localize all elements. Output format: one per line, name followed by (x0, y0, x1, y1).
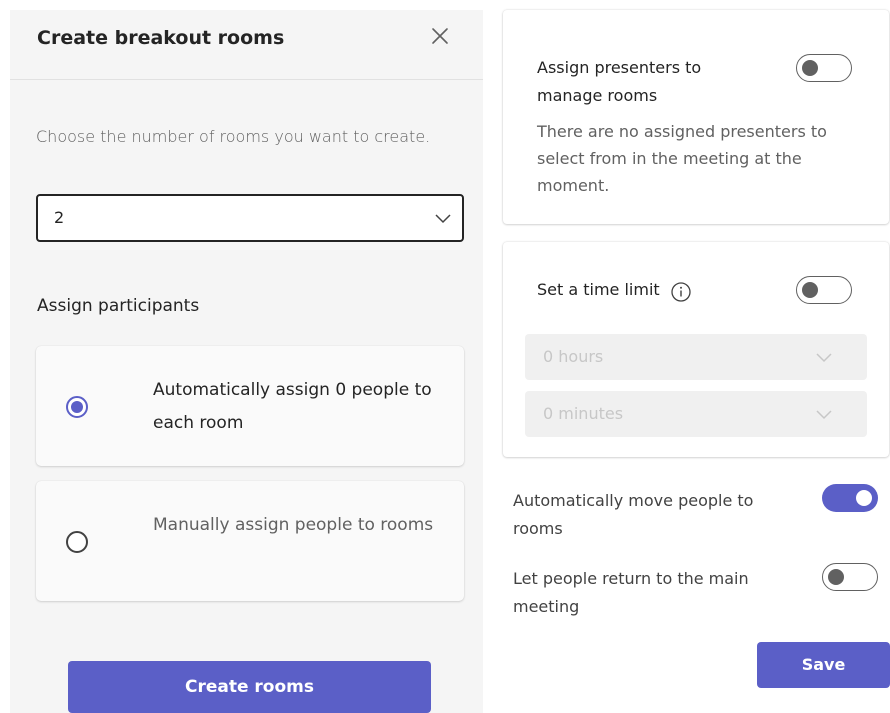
panel-title: Create breakout rooms (37, 27, 285, 49)
assign-presenters-label: Assign presenters to manage rooms (537, 58, 702, 105)
manual-assign-option[interactable]: Manually assign people to rooms (36, 481, 464, 601)
auto-assign-radio[interactable] (66, 396, 88, 418)
return-main-label: Let people return to the main meeting (513, 569, 749, 616)
manual-assign-radio[interactable] (66, 531, 88, 553)
create-breakout-rooms-panel: Create breakout rooms Choose the number … (10, 10, 483, 713)
time-limit-label: Set a time limit (537, 280, 660, 299)
time-limit-toggle[interactable] (796, 276, 852, 304)
auto-move-toggle[interactable] (822, 484, 878, 512)
chevron-down-icon (816, 353, 832, 363)
auto-move-label: Automatically move people to rooms (513, 491, 754, 538)
auto-assign-label: Automatically assign 0 people to each ro… (153, 380, 432, 433)
return-main-toggle[interactable] (822, 563, 878, 591)
chevron-down-icon (816, 410, 832, 420)
assign-participants-heading: Assign participants (37, 296, 200, 316)
room-count-prompt: Choose the number of rooms you want to c… (36, 127, 431, 146)
room-count-value: 2 (54, 208, 65, 227)
minutes-value: 0 minutes (543, 404, 624, 423)
auto-assign-option[interactable]: Automatically assign 0 people to each ro… (36, 346, 464, 466)
breakout-rooms-screen: Create breakout rooms Choose the number … (0, 0, 890, 713)
presenters-card: Assign presenters to manage rooms There … (503, 10, 889, 224)
close-icon (432, 28, 448, 44)
no-presenters-description: There are no assigned presenters to sele… (537, 122, 827, 195)
create-rooms-button[interactable]: Create rooms (68, 661, 431, 713)
info-icon[interactable] (670, 281, 692, 303)
panel-header: Create breakout rooms (10, 10, 483, 80)
assign-presenters-toggle[interactable] (796, 54, 852, 82)
hours-dropdown: 0 hours (525, 334, 867, 380)
chevron-down-icon (435, 214, 451, 224)
hours-value: 0 hours (543, 347, 604, 366)
close-button[interactable] (428, 24, 452, 48)
minutes-dropdown: 0 minutes (525, 391, 867, 437)
manual-assign-label: Manually assign people to rooms (153, 515, 434, 535)
save-button[interactable]: Save (757, 642, 890, 688)
room-count-dropdown[interactable]: 2 (36, 194, 464, 242)
